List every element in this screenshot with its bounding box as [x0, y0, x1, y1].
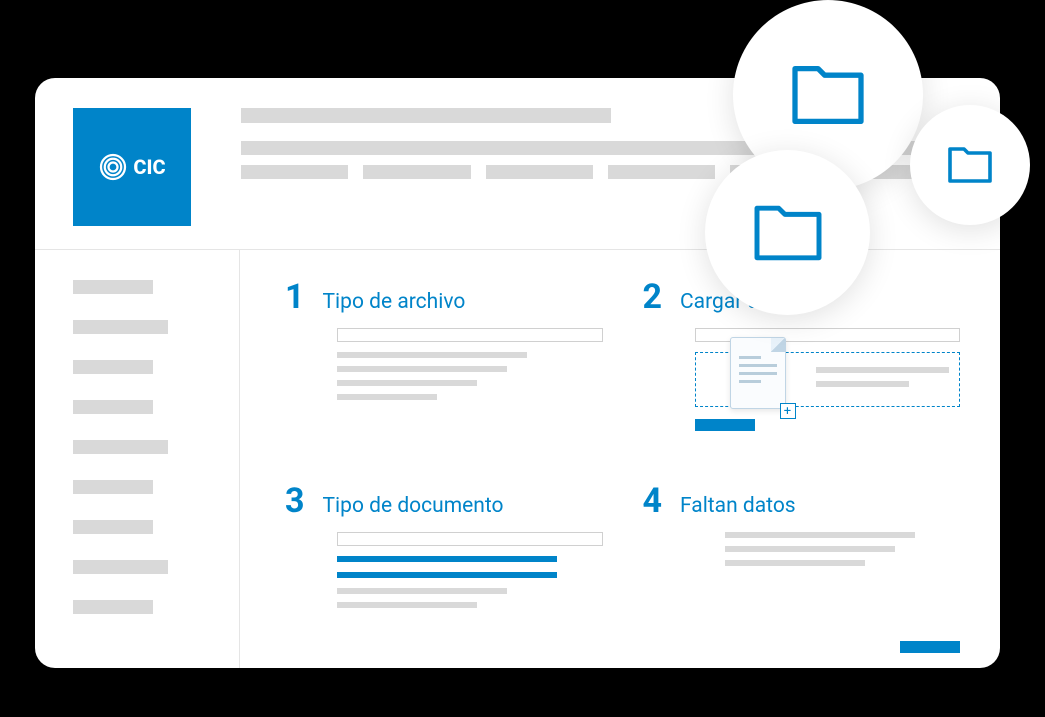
step-header: 4 Faltan datos: [643, 484, 961, 518]
selected-line: [337, 572, 557, 578]
sidebar-item[interactable]: [73, 320, 168, 334]
body: 1 Tipo de archivo 2 Cargar archivo: [35, 250, 1000, 668]
placeholder-line: [337, 394, 437, 400]
header-subtitle-placeholder: [241, 141, 960, 155]
nav-item[interactable]: [241, 165, 348, 179]
app-window: CIC: [35, 78, 1000, 668]
step-number: 3: [285, 484, 305, 518]
step-2: 2 Cargar archivo +: [643, 280, 961, 464]
upload-button[interactable]: [695, 419, 755, 431]
document-icon: +: [730, 337, 786, 409]
placeholder-line: [816, 367, 950, 373]
logo: CIC: [73, 108, 191, 226]
logo-icon: [98, 152, 128, 182]
placeholder-line: [337, 366, 507, 372]
nav-item[interactable]: [608, 165, 715, 179]
step-4: 4 Faltan datos: [643, 484, 961, 649]
placeholder-line: [725, 532, 915, 538]
nav-item[interactable]: [853, 165, 960, 179]
step-header: 1 Tipo de archivo: [285, 280, 603, 314]
step-header: 3 Tipo de documento: [285, 484, 603, 518]
step-body: +: [643, 328, 961, 431]
step-title: Faltan datos: [680, 494, 796, 518]
step-body: [285, 328, 603, 400]
step-1: 1 Tipo de archivo: [285, 280, 603, 464]
step-body: [643, 532, 961, 566]
sidebar-item[interactable]: [73, 360, 153, 374]
sidebar-item[interactable]: [73, 480, 153, 494]
step-number: 4: [643, 484, 663, 518]
sidebar-item[interactable]: [73, 560, 168, 574]
step-number: 2: [643, 280, 663, 314]
step-3: 3 Tipo de documento: [285, 484, 603, 649]
selected-line: [337, 556, 557, 562]
step-header: 2 Cargar archivo: [643, 280, 961, 314]
placeholder-line: [337, 352, 527, 358]
placeholder-line: [816, 381, 909, 387]
header-title-placeholder: [241, 108, 611, 123]
file-drop-area[interactable]: +: [695, 352, 961, 407]
step-body: [285, 532, 603, 608]
sidebar-item[interactable]: [73, 600, 153, 614]
file-type-select[interactable]: [337, 328, 603, 342]
placeholder-line: [337, 602, 477, 608]
placeholder-line: [337, 380, 477, 386]
sidebar-item[interactable]: [73, 440, 168, 454]
nav-item[interactable]: [486, 165, 593, 179]
sidebar-item[interactable]: [73, 520, 153, 534]
submit-button[interactable]: [900, 641, 960, 653]
sidebar-item[interactable]: [73, 400, 153, 414]
plus-icon: +: [780, 403, 796, 419]
step-number: 1: [285, 280, 305, 314]
main-content: 1 Tipo de archivo 2 Cargar archivo: [240, 250, 1000, 668]
placeholder-line: [725, 546, 895, 552]
nav-item[interactable]: [363, 165, 470, 179]
step-title: Tipo de documento: [323, 494, 504, 518]
step-title: Tipo de archivo: [323, 290, 466, 314]
logo-text: CIC: [133, 155, 165, 179]
header-nav: [241, 165, 960, 179]
document-type-select[interactable]: [337, 532, 603, 546]
header-content: [191, 108, 1000, 249]
placeholder-line: [337, 588, 507, 594]
sidebar-item[interactable]: [73, 280, 153, 294]
sidebar: [35, 250, 240, 668]
header: CIC: [35, 78, 1000, 250]
nav-item[interactable]: [730, 165, 837, 179]
step-title: Cargar archivo: [680, 290, 816, 314]
placeholder-line: [725, 560, 865, 566]
